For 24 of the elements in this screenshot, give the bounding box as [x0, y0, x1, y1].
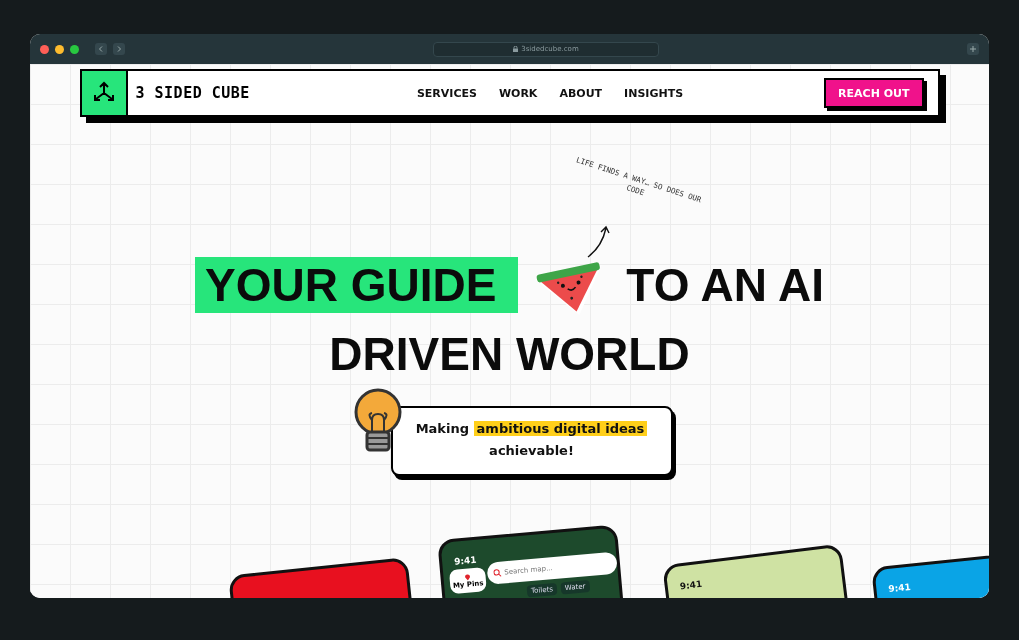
tagline-text: Making ambitious digital ideas achievable!: [406, 418, 657, 462]
nav-link[interactable]: WORK: [498, 86, 538, 100]
maximize-icon[interactable]: [70, 44, 79, 54]
forward-icon[interactable]: [113, 43, 125, 55]
new-tab-icon[interactable]: [967, 43, 979, 55]
lock-icon: [513, 46, 519, 52]
headline-text: DRIVEN WORLD: [329, 327, 690, 382]
curved-arrow: [586, 224, 612, 258]
nav-link[interactable]: INSIGHTS: [624, 86, 684, 100]
search-icon: [493, 568, 502, 578]
nav-link[interactable]: SERVICES: [416, 86, 477, 100]
minimize-icon[interactable]: [55, 44, 64, 54]
nav-link[interactable]: ABOUT: [559, 86, 603, 100]
status-time: 9:41: [453, 553, 477, 568]
headline-text: YOUR GUIDE: [195, 257, 519, 313]
pin-icon: [464, 572, 471, 581]
reach-out-button[interactable]: REACH OUT: [824, 78, 924, 108]
back-icon[interactable]: [95, 43, 107, 55]
close-icon[interactable]: [40, 44, 49, 54]
status-time: 9:41: [887, 580, 912, 596]
status-time: 9:41: [679, 577, 703, 593]
headline-text: TO AN AI: [626, 258, 824, 313]
logo-text[interactable]: 3 SIDED CUBE: [135, 84, 250, 102]
logo-mark[interactable]: [81, 71, 128, 115]
